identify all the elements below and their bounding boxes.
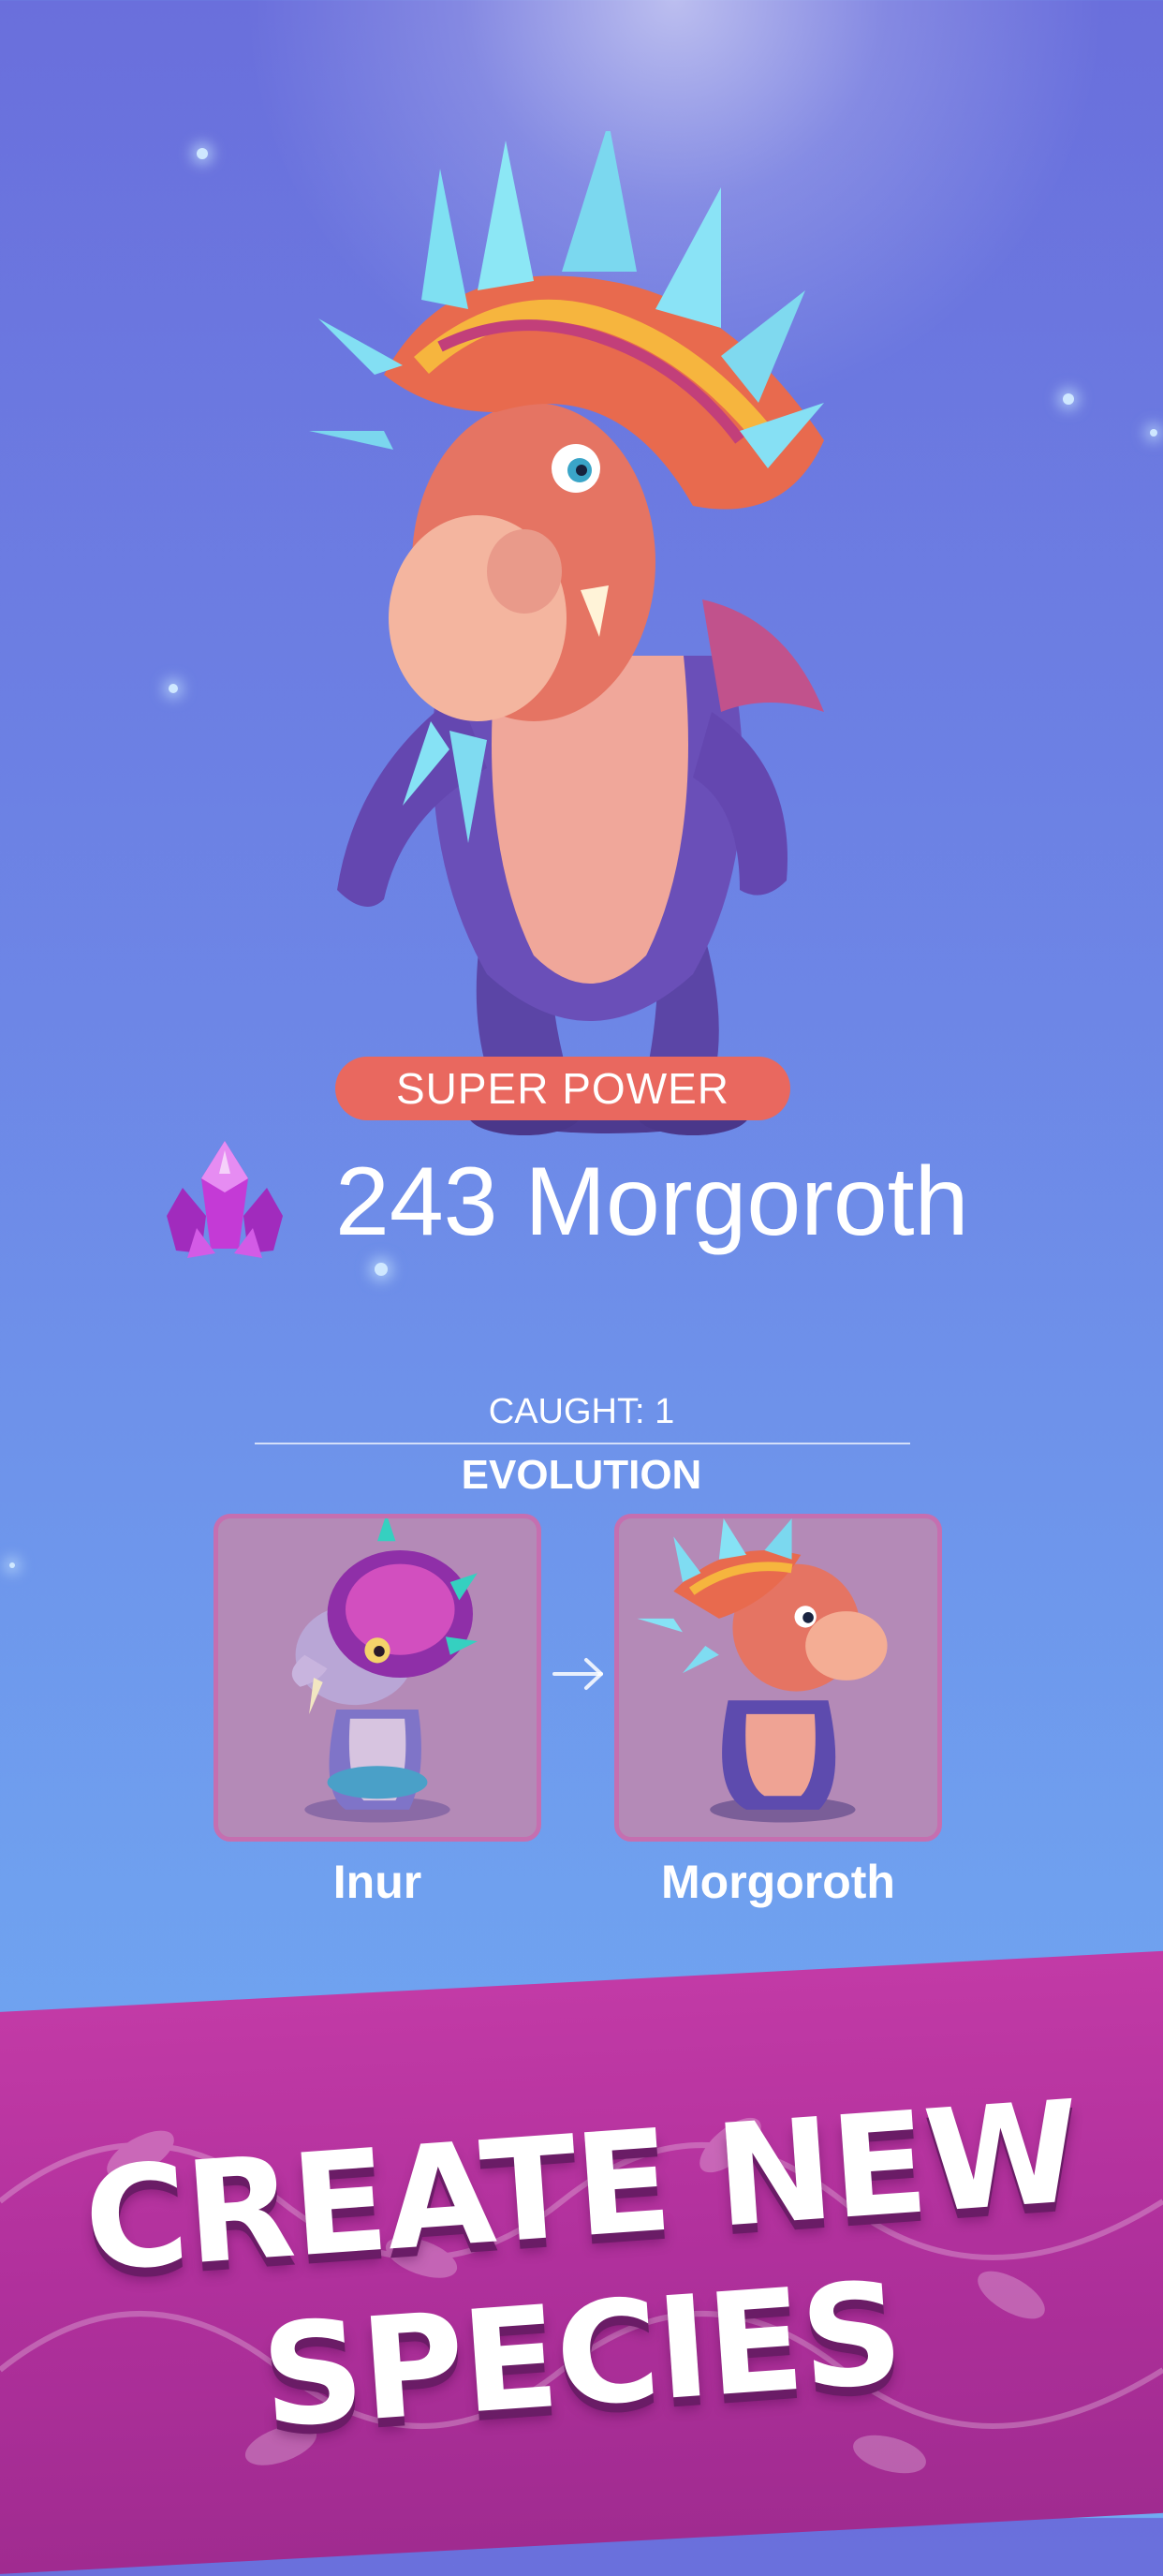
sparkle (169, 684, 178, 693)
badge-label: SUPER POWER (395, 1064, 730, 1113)
sparkle (9, 1562, 15, 1568)
sparkle (197, 148, 208, 159)
sparkle (1063, 393, 1074, 405)
creature-illustration (309, 131, 824, 1135)
arrow-right-icon (552, 1658, 603, 1690)
sparkle (1150, 429, 1157, 437)
divider (255, 1443, 910, 1444)
sparkle (375, 1263, 388, 1276)
stage-label-inur: Inur (332, 1856, 422, 1908)
inur-illustration (291, 1518, 478, 1823)
creature-name: 243 Morgoroth (335, 1147, 969, 1256)
crystal-icon (167, 1141, 283, 1258)
morgoroth-illustration (637, 1518, 888, 1823)
creature-name-row: 243 Morgoroth (159, 1141, 968, 1263)
stage-label-morgoroth: Morgoroth (661, 1856, 895, 1908)
evolution-card-morgoroth[interactable] (614, 1514, 942, 1842)
caught-count: CAUGHT: 1 (488, 1392, 675, 1431)
evolution-title: EVOLUTION (461, 1452, 702, 1498)
evolution-card-inur[interactable] (213, 1514, 541, 1842)
super-power-badge: SUPER POWER (335, 1057, 790, 1120)
